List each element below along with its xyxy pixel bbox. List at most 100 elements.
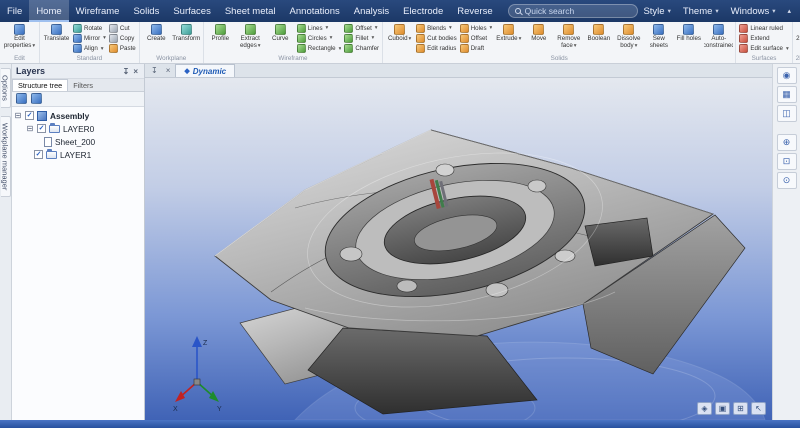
menu-tab-reverse[interactable]: Reverse (450, 0, 499, 22)
layer1-checkbox[interactable]: ✓ (34, 150, 43, 159)
workplane-manager-vertical-tab[interactable]: Workplane manager (1, 116, 11, 197)
pin-panel-icon[interactable]: ↧ (121, 67, 132, 76)
holes-button[interactable]: Holes▾ (460, 23, 493, 33)
windows-menu[interactable]: Windows▾ (726, 0, 781, 22)
titlebar-right-menus: Style▾ Theme▾ Windows▾ ▴ (638, 0, 800, 22)
circles-button[interactable]: Circles▾ (297, 33, 342, 43)
layer0-checkbox[interactable]: ✓ (37, 124, 46, 133)
close-panel-icon[interactable]: × (131, 67, 140, 76)
rectangle-button[interactable]: Rectangle▾ (297, 44, 342, 54)
refresh-view-button[interactable]: ◉ (777, 67, 797, 84)
dock-grid-icon[interactable]: ↧ (148, 64, 161, 77)
copy-button[interactable]: Copy (109, 33, 136, 43)
chamfer-button[interactable]: Chamfer (344, 44, 379, 54)
menu-tab-home[interactable]: Home (29, 0, 68, 22)
menu-tab-annotations[interactable]: Annotations (283, 0, 347, 22)
auto-constrained-button[interactable]: Auto-constrained (704, 23, 733, 54)
add-view-button[interactable]: ⊕ (777, 134, 797, 151)
cuboid-button[interactable]: Cuboid▾ (385, 23, 414, 54)
menu-tab-solids[interactable]: Solids (126, 0, 166, 22)
menu-tab-file[interactable]: File (0, 0, 29, 22)
viewport-3d[interactable]: X Y Z ◈ ▣ ⊞ ↖ (145, 78, 772, 420)
menu-tab-electrode[interactable]: Electrode (396, 0, 450, 22)
split-view-button[interactable]: ◫ (777, 105, 797, 122)
2d-drawing-manager-button[interactable]: 2D Drawing manager (795, 23, 800, 54)
frame-view-button[interactable]: ⊡ (777, 153, 797, 170)
close-document-icon[interactable]: × (163, 64, 174, 77)
ribbon: Edit properties▾ Edit Translate Rotate M… (0, 22, 800, 64)
chamfer-icon (344, 44, 353, 53)
menu-tab-surfaces[interactable]: Surfaces (166, 0, 218, 22)
tree-row-layer0[interactable]: ⊟ ✓ LAYER0 (12, 122, 144, 135)
tab-filters[interactable]: Filters (68, 79, 98, 91)
lines-button[interactable]: Lines▾ (297, 23, 342, 33)
boolean-button[interactable]: Boolean (584, 23, 613, 54)
move-button[interactable]: Move (524, 23, 553, 54)
inspect-view-button[interactable]: ⊙ (777, 172, 797, 189)
rotate-icon (73, 24, 82, 33)
linear-ruled-button[interactable]: Linear ruled (739, 23, 788, 33)
style-menu[interactable]: Style▾ (638, 0, 675, 22)
view-orientation-button[interactable]: ◈ (697, 402, 712, 415)
dissolve-body-button[interactable]: Dissolve body▾ (614, 23, 643, 54)
view-control-buttons: ◈ ▣ ⊞ ↖ (697, 402, 766, 415)
sew-sheets-icon (653, 24, 664, 35)
sew-sheets-button[interactable]: Sew sheets (644, 23, 673, 54)
quick-search[interactable] (508, 4, 639, 18)
tab-dynamic[interactable]: ◆ Dynamic (175, 64, 235, 77)
edit-radius-button[interactable]: Edit radius (416, 44, 457, 54)
fill-holes-button[interactable]: Fill holes (674, 23, 703, 54)
blends-button[interactable]: Blends▾ (416, 23, 457, 33)
extrude-button[interactable]: Extrude▾ (494, 23, 523, 54)
select-cursor-button[interactable]: ↖ (751, 402, 766, 415)
expander-icon[interactable]: ⊟ (14, 112, 22, 120)
mirror-button[interactable]: Mirror▾ (73, 33, 106, 43)
cut-button[interactable]: Cut (109, 23, 136, 33)
menu-tab-analysis[interactable]: Analysis (347, 0, 396, 22)
search-input[interactable] (525, 6, 632, 16)
extract-edges-button[interactable]: Extract edges▾ (236, 23, 265, 54)
create-workplane-button[interactable]: Create (142, 23, 171, 54)
theme-menu[interactable]: Theme▾ (678, 0, 724, 22)
menu-tab-wireframe[interactable]: Wireframe (69, 0, 127, 22)
profile-button[interactable]: Profile (206, 23, 235, 54)
tree-row-assembly[interactable]: ⊟ ✓ Assembly (12, 109, 144, 122)
chevron-down-icon: ▾ (772, 7, 775, 15)
expander-icon[interactable]: ⊟ (26, 125, 34, 133)
tab-structure-tree[interactable]: Structure tree (12, 79, 68, 91)
extend-button[interactable]: Extend (739, 33, 788, 43)
collapse-ribbon-icon[interactable]: ▴ (782, 7, 796, 15)
remove-face-icon (563, 24, 574, 35)
boolean-icon (593, 24, 604, 35)
offset-solid-button[interactable]: Offset (460, 33, 493, 43)
assembly-checkbox[interactable]: ✓ (25, 111, 34, 120)
save-layers-icon[interactable] (31, 93, 42, 104)
create-workplane-icon (151, 24, 162, 35)
curve-button[interactable]: Curve (266, 23, 295, 54)
menu-tab-sheet-metal[interactable]: Sheet metal (218, 0, 283, 22)
edit-surface-button[interactable]: Edit surface▾ (739, 44, 788, 54)
fillet-button[interactable]: Fillet▾ (344, 33, 379, 43)
rotate-button[interactable]: Rotate (73, 23, 106, 33)
tree-row-sheet-200[interactable]: Sheet_200 (12, 135, 144, 148)
transform-workplane-button[interactable]: Transform (172, 23, 201, 54)
draft-button[interactable]: Draft (460, 44, 493, 54)
document-area: ↧ × ◆ Dynamic (145, 64, 772, 420)
chevron-down-icon: ▾ (668, 7, 671, 15)
tree-row-layer1[interactable]: ✓ LAYER1 (12, 148, 144, 161)
layers-panel-tabs: Structure tree Filters (12, 79, 144, 92)
cut-bodies-button[interactable]: Cut bodies (416, 33, 457, 43)
translate-button[interactable]: Translate (42, 23, 71, 54)
options-vertical-tab[interactable]: Options (1, 68, 11, 108)
offset-wireframe-button[interactable]: Offset▾ (344, 23, 379, 33)
zoom-full-button[interactable]: ▦ (777, 86, 797, 103)
shaded-view-button[interactable]: ▣ (715, 402, 730, 415)
paste-button[interactable]: Paste (109, 44, 136, 54)
edit-properties-button[interactable]: Edit properties▾ (2, 23, 37, 54)
remove-face-button[interactable]: Remove face▾ (554, 23, 583, 54)
multi-window-view-button[interactable]: ⊞ (733, 402, 748, 415)
layers-stack-icon[interactable] (16, 93, 27, 104)
powershape-window: File Home Wireframe Solids Surfaces Shee… (0, 0, 800, 428)
align-button[interactable]: Align▾ (73, 44, 106, 54)
svg-text:Y: Y (217, 406, 222, 413)
